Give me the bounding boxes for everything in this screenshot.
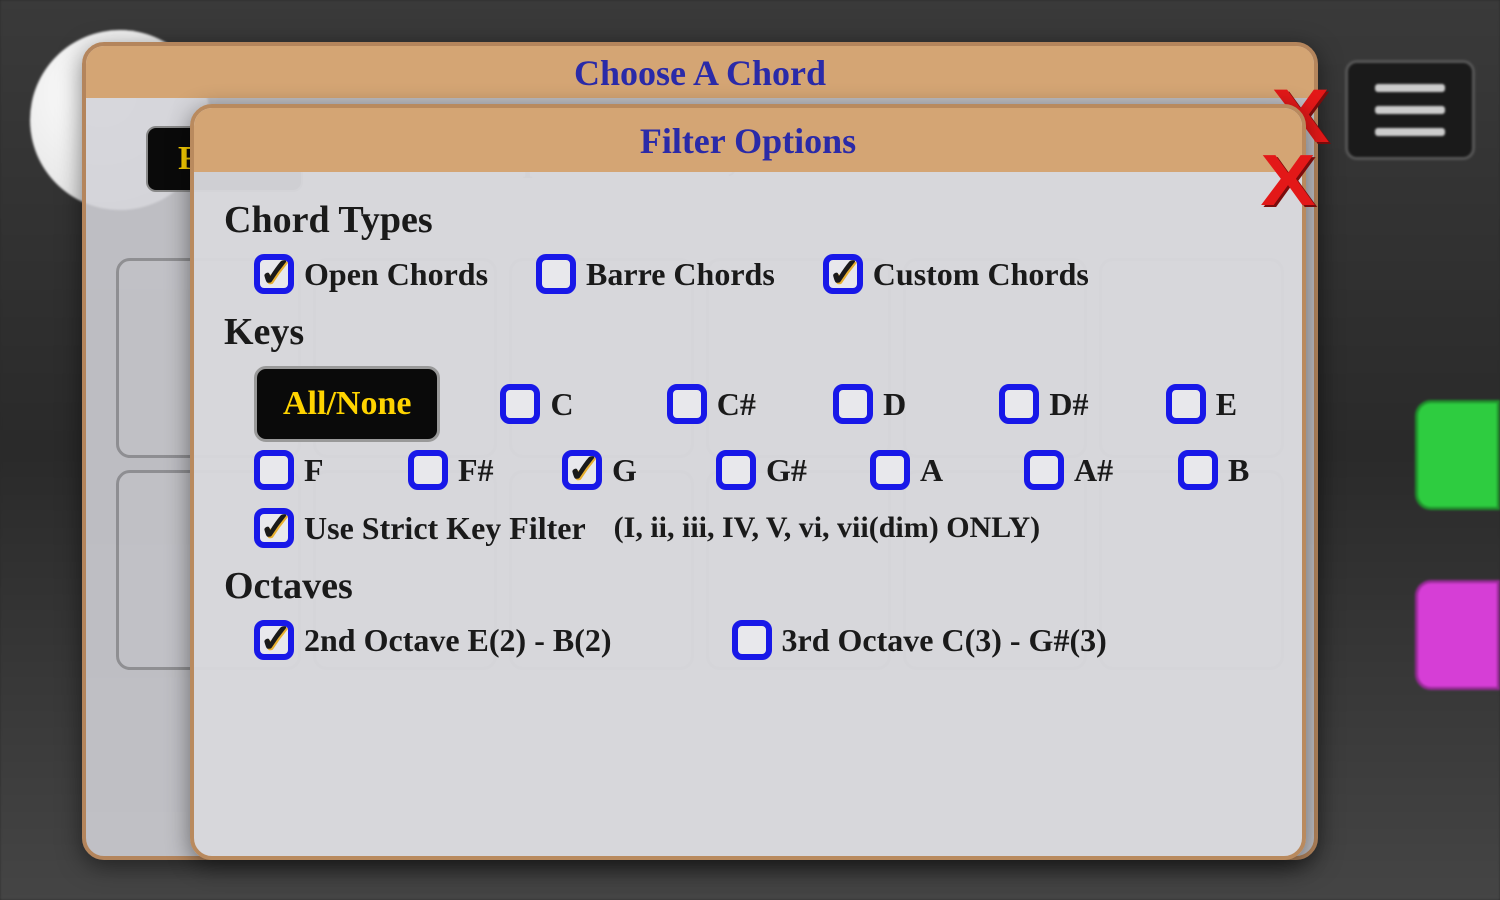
strict-key-filter-note: (I, ii, iii, IV, V, vi, vii(dim) ONLY) bbox=[614, 511, 1040, 545]
key-c-checkbox[interactable]: C bbox=[500, 384, 606, 424]
third-octave-checkbox[interactable]: 3rd Octave C(3) - G#(3) bbox=[732, 620, 1107, 660]
custom-chords-checkbox[interactable]: Custom Chords bbox=[823, 254, 1089, 294]
second-octave-checkbox[interactable]: 2nd Octave E(2) - B(2) bbox=[254, 620, 612, 660]
filter-options-header: Filter Options bbox=[194, 108, 1302, 172]
barre-chords-checkbox[interactable]: Barre Chords bbox=[536, 254, 775, 294]
barre-chords-label: Barre Chords bbox=[586, 256, 775, 293]
filter-options-title: Filter Options bbox=[194, 120, 1302, 162]
filter-options-dialog: Filter Options X Chord Types Open Chords… bbox=[190, 104, 1306, 860]
key-cs-checkbox[interactable]: C# bbox=[667, 384, 773, 424]
strict-key-filter-checkbox[interactable]: Use Strict Key Filter bbox=[254, 508, 586, 548]
key-as-checkbox[interactable]: A# bbox=[1024, 450, 1118, 490]
second-octave-label: 2nd Octave E(2) - B(2) bbox=[304, 622, 612, 659]
menu-button[interactable] bbox=[1345, 60, 1475, 160]
open-chords-label: Open Chords bbox=[304, 256, 488, 293]
key-g-checkbox[interactable]: G bbox=[562, 450, 656, 490]
open-chords-checkbox[interactable]: Open Chords bbox=[254, 254, 488, 294]
key-fs-checkbox[interactable]: F# bbox=[408, 450, 502, 490]
key-e-checkbox[interactable]: E bbox=[1166, 384, 1272, 424]
key-gs-checkbox[interactable]: G# bbox=[716, 450, 810, 490]
close-icon[interactable]: X bbox=[1260, 160, 1315, 203]
choose-chord-title: Choose A Chord bbox=[86, 52, 1314, 94]
strict-key-filter-label: Use Strict Key Filter bbox=[304, 510, 586, 547]
key-b-checkbox[interactable]: B bbox=[1178, 450, 1272, 490]
octaves-heading: Octaves bbox=[224, 564, 1272, 608]
third-octave-label: 3rd Octave C(3) - G#(3) bbox=[782, 622, 1107, 659]
key-ds-checkbox[interactable]: D# bbox=[999, 384, 1105, 424]
key-d-checkbox[interactable]: D bbox=[833, 384, 939, 424]
custom-chords-label: Custom Chords bbox=[873, 256, 1089, 293]
drums-side-button[interactable] bbox=[1415, 580, 1500, 690]
chord-types-heading: Chord Types bbox=[224, 198, 1272, 242]
key-a-checkbox[interactable]: A bbox=[870, 450, 964, 490]
choose-chord-header: Choose A Chord bbox=[86, 46, 1314, 98]
key-f-checkbox[interactable]: F bbox=[254, 450, 348, 490]
all-none-button[interactable]: All/None bbox=[254, 366, 440, 442]
tuner-side-button[interactable] bbox=[1415, 400, 1500, 510]
keys-heading: Keys bbox=[224, 310, 1272, 354]
